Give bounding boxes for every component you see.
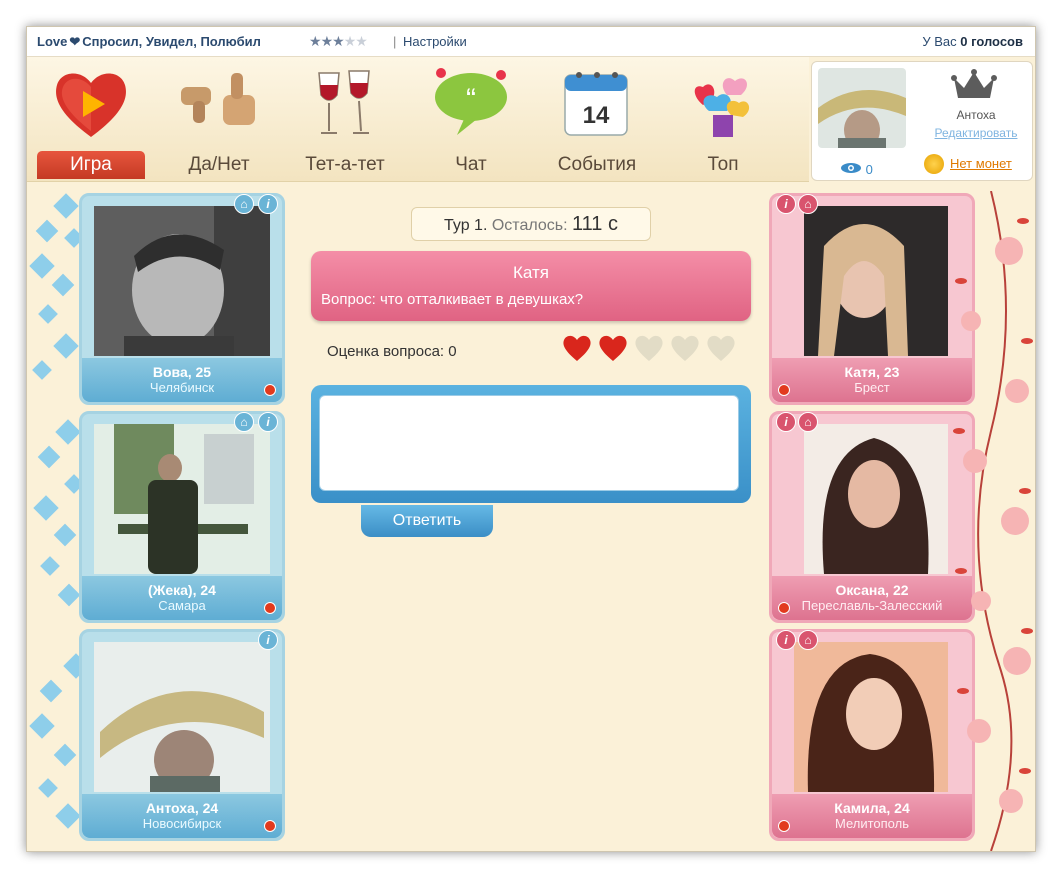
player-name: (Жека), 24: [148, 582, 216, 598]
tab-top[interactable]: Топ: [667, 57, 779, 181]
question-rating-hearts: [561, 333, 741, 368]
app-window: Love ❤ Спросил, Увидел, Полюбил ★★★★★ | На…: [26, 26, 1036, 852]
gift-icon[interactable]: ⌂: [798, 630, 818, 650]
star-icon: ★: [309, 33, 322, 49]
coin-icon: [924, 154, 944, 174]
online-status-dot: [778, 384, 790, 396]
player-card[interactable]: ⌂ i (Жека), 24 Самара: [79, 411, 285, 623]
round-timer: Тур 1. Осталось: 111 с: [411, 207, 651, 241]
info-icon[interactable]: i: [258, 412, 278, 432]
reply-button[interactable]: Ответить: [361, 505, 493, 537]
eye-icon: [841, 163, 861, 173]
app-title-love: Love: [37, 34, 68, 49]
player-city: Самара: [158, 598, 206, 613]
crown-icon: [951, 69, 997, 98]
calendar-day: 14: [583, 102, 610, 129]
player-city: Челябинск: [149, 380, 215, 395]
gift-icon[interactable]: ⌂: [234, 412, 254, 432]
profile-name: Антоха: [956, 108, 996, 122]
player-name: Антоха, 24: [145, 800, 219, 816]
gift-hearts-icon: [694, 78, 750, 137]
player-card[interactable]: ⌂ i Вова, 25 Челябинск: [79, 193, 285, 405]
settings-link[interactable]: Настройки: [403, 27, 467, 56]
player-caption: (Жека), 24 Самара: [82, 576, 282, 620]
tab-yes-no[interactable]: Да/Нет: [163, 57, 275, 181]
player-photo: [94, 206, 270, 356]
coins-link[interactable]: Нет монет: [950, 156, 1012, 171]
online-status-dot: [778, 602, 790, 614]
star-empty-icon: ★: [343, 33, 357, 49]
separator: |: [393, 34, 397, 49]
tab-chat-label: Чат: [455, 154, 487, 175]
app-rating[interactable]: ★★★★★: [309, 27, 368, 56]
tab-game-label: Игра: [37, 151, 145, 179]
online-status-dot: [264, 602, 276, 614]
info-icon[interactable]: i: [776, 412, 796, 432]
heart-empty-icon[interactable]: [669, 333, 701, 363]
tab-tete-a-tete-label: Тет-а-тет: [305, 154, 385, 175]
remaining-label: Осталось:: [491, 217, 568, 234]
seconds-remaining: 111 с: [572, 213, 618, 235]
question-author: Катя: [513, 263, 549, 282]
player-caption: Вова, 25 Челябинск: [82, 358, 282, 402]
online-status-dot: [264, 384, 276, 396]
tab-yes-no-label: Да/Нет: [188, 154, 250, 175]
gift-icon[interactable]: ⌂: [798, 194, 818, 214]
svg-text:“: “: [466, 83, 476, 116]
tab-game[interactable]: Игра: [35, 57, 147, 181]
info-icon[interactable]: i: [776, 630, 796, 650]
star-empty-icon: ★: [355, 33, 368, 49]
votes-value: 0 голосов: [960, 34, 1023, 49]
flower-decoration: [953, 191, 1033, 851]
edit-profile-link[interactable]: Редактировать: [924, 126, 1028, 140]
votes-prefix: У Вас: [922, 34, 957, 49]
app-title[interactable]: Love ❤ Спросил, Увидел, Полюбил: [37, 27, 261, 56]
question-rating-label: Оценка вопроса: 0: [327, 343, 457, 360]
tab-chat[interactable]: “ Чат: [415, 57, 527, 181]
heart-empty-icon[interactable]: [633, 333, 665, 363]
player-photo: [94, 642, 270, 792]
profile-views: 0: [840, 162, 873, 177]
heart-filled-icon[interactable]: [597, 333, 629, 363]
star-icon: ★: [332, 33, 345, 49]
heart-play-icon: [56, 73, 126, 137]
calendar-icon: 14: [564, 72, 628, 136]
profile-panel: 0 Антоха Редактировать Нет монет: [811, 61, 1033, 181]
info-icon[interactable]: i: [258, 194, 278, 214]
player-caption: Антоха, 24 Новосибирск: [82, 794, 282, 838]
round-label: Тур 1.: [444, 217, 488, 234]
avatar[interactable]: [818, 68, 906, 148]
question-text: Вопрос: что отталкивает в девушках?: [321, 291, 584, 308]
votes-counter: У Вас 0 голосов: [922, 27, 1023, 56]
chat-bubble-icon: “: [435, 68, 507, 135]
heart-filled-icon[interactable]: [561, 333, 593, 363]
thumbs-icon: [181, 73, 255, 125]
tab-tete-a-tete[interactable]: Тет-а-тет: [289, 57, 401, 181]
heart-icon: ❤: [69, 34, 81, 49]
main-nav: Игра Да/Нет Тет-а-тет “ Чат 14 События Т…: [27, 57, 809, 182]
tab-events[interactable]: 14 События: [541, 57, 653, 181]
gift-icon[interactable]: ⌂: [234, 194, 254, 214]
info-icon[interactable]: i: [776, 194, 796, 214]
answer-input[interactable]: [319, 395, 739, 491]
wine-glasses-icon: [318, 70, 370, 134]
star-icon: ★: [320, 33, 334, 49]
heart-empty-icon[interactable]: [705, 333, 737, 363]
top-bar: Love ❤ Спросил, Увидел, Полюбил ★★★★★ | На…: [27, 27, 1035, 57]
question-card: Катя Вопрос: что отталкивает в девушках?: [311, 251, 751, 321]
app-title-slogan: Спросил, Увидел, Полюбил: [82, 34, 261, 49]
online-status-dot: [778, 820, 790, 832]
player-photo: [94, 424, 270, 574]
answer-box: [311, 385, 751, 503]
player-city: Новосибирск: [142, 816, 222, 831]
player-name: Вова, 25: [152, 364, 212, 380]
tab-events-label: События: [557, 154, 637, 175]
info-icon[interactable]: i: [258, 630, 278, 650]
tab-top-label: Топ: [707, 154, 739, 175]
profile-views-count: 0: [865, 162, 873, 177]
online-status-dot: [264, 820, 276, 832]
player-card[interactable]: i Антоха, 24 Новосибирск: [79, 629, 285, 841]
gift-icon[interactable]: ⌂: [798, 412, 818, 432]
